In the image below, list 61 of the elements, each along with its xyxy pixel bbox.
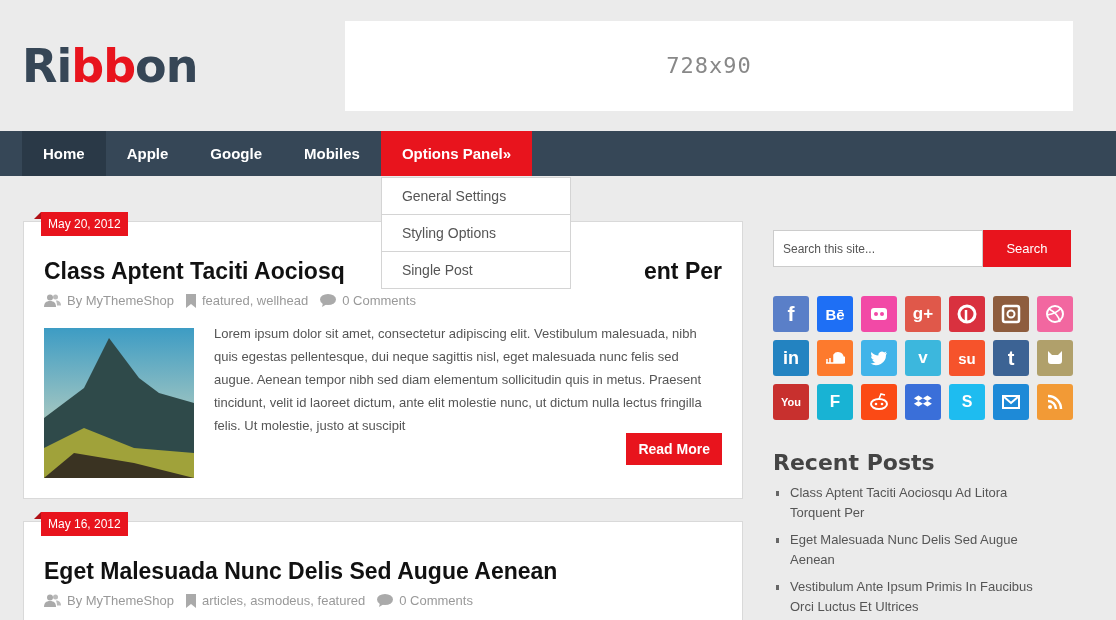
social-link[interactable]: F (817, 384, 853, 420)
social-link[interactable] (993, 296, 1029, 332)
nav-link[interactable]: Google (189, 131, 284, 176)
social-link[interactable]: t (993, 340, 1029, 376)
search-button[interactable]: Search (983, 230, 1071, 267)
social-link[interactable]: f (773, 296, 809, 332)
rss-icon (1045, 392, 1065, 412)
nav-link[interactable]: Home (22, 131, 106, 176)
social-link[interactable] (861, 384, 897, 420)
nav-link[interactable]: Mobiles (283, 131, 381, 176)
social-link[interactable] (861, 340, 897, 376)
author-link[interactable]: By MyThemeShop (67, 593, 174, 608)
social-link[interactable]: in (773, 340, 809, 376)
date-tag: May 20, 2012 (41, 212, 128, 236)
nav-link[interactable]: Apple (105, 131, 190, 176)
mail-icon (1001, 392, 1021, 412)
social-link[interactable] (949, 296, 985, 332)
nav-link[interactable]: Options Panel» (380, 131, 533, 176)
social-link[interactable] (905, 384, 941, 420)
recent-post-link[interactable]: Class Aptent Taciti Aociosqu Ad Litora Torquent Per (790, 483, 1040, 523)
author-link[interactable]: By MyThemeShop (67, 293, 174, 308)
instagram-icon (1001, 304, 1021, 324)
site-logo[interactable]: Ribbon (22, 38, 345, 93)
social-link[interactable] (1037, 296, 1073, 332)
comment-icon (320, 294, 337, 307)
ad-banner: 728x90 (345, 20, 1073, 111)
bookmark-icon (185, 293, 196, 308)
social-link[interactable]: g+ (905, 296, 941, 332)
social-link[interactable] (993, 384, 1029, 420)
social-link[interactable]: Bē (817, 296, 853, 332)
post-title[interactable]: Eget Malesuada Nunc Delis Sed Augue Aenean (44, 558, 558, 585)
bookmark-icon (185, 593, 196, 608)
social-link[interactable] (817, 340, 853, 376)
post-title[interactable]: Class Aptent Taciti Aociosq (44, 258, 345, 285)
users-icon (44, 594, 61, 607)
social-link[interactable]: You (773, 384, 809, 420)
social-link[interactable]: v (905, 340, 941, 376)
reddit-icon (869, 392, 889, 412)
recent-posts-heading: Recent Posts (773, 450, 936, 475)
comments-link[interactable]: 0 Comments (399, 593, 473, 608)
date-tag: May 16, 2012 (41, 512, 128, 536)
social-link[interactable] (861, 296, 897, 332)
post-title[interactable]: ent Per (644, 258, 722, 285)
social-link[interactable] (1037, 340, 1073, 376)
comment-icon (377, 594, 394, 607)
tags-text[interactable]: articles, asmodeus, featured (201, 593, 366, 608)
recent-post-link[interactable]: Vestibulum Ante Ipsum Primis In Faucibus Orci Luctus Et Ultrices (790, 577, 1040, 617)
tags-text[interactable]: featured, wellhead (201, 293, 309, 308)
read-more-button[interactable]: Read More (626, 433, 722, 465)
bullet-icon (776, 585, 779, 590)
social-link[interactable]: su (949, 340, 985, 376)
recent-post-link[interactable]: Eget Malesuada Nunc Delis Sed Augue Aenean (790, 530, 1040, 570)
dropdown-item[interactable]: General Settings (381, 178, 570, 214)
users-icon (44, 294, 61, 307)
bullet-icon (776, 538, 779, 543)
dribbble-icon (1045, 304, 1065, 324)
twitter-icon (869, 348, 889, 368)
bullet-icon (776, 491, 779, 496)
comments-link[interactable]: 0 Comments (342, 293, 416, 308)
search-field[interactable]: Search this site... (773, 230, 983, 267)
post-excerpt: Lorem ipsum dolor sit amet, consectetur adipiscing elit. Vestibulum malesuada, nibh quis egestas pellentesque, dui neque sagittis nisl, eget malesuada nunc felis sed augue. Aenean tempor nibh sed diam elementum sollicitudin quis in metus. Praesent tincidunt, velit id laoreet dictum, ante elit molestie nunc, ut dictum nulla lectus fringilla felis. Ut molestie, justo at suscipit (214, 325, 703, 435)
